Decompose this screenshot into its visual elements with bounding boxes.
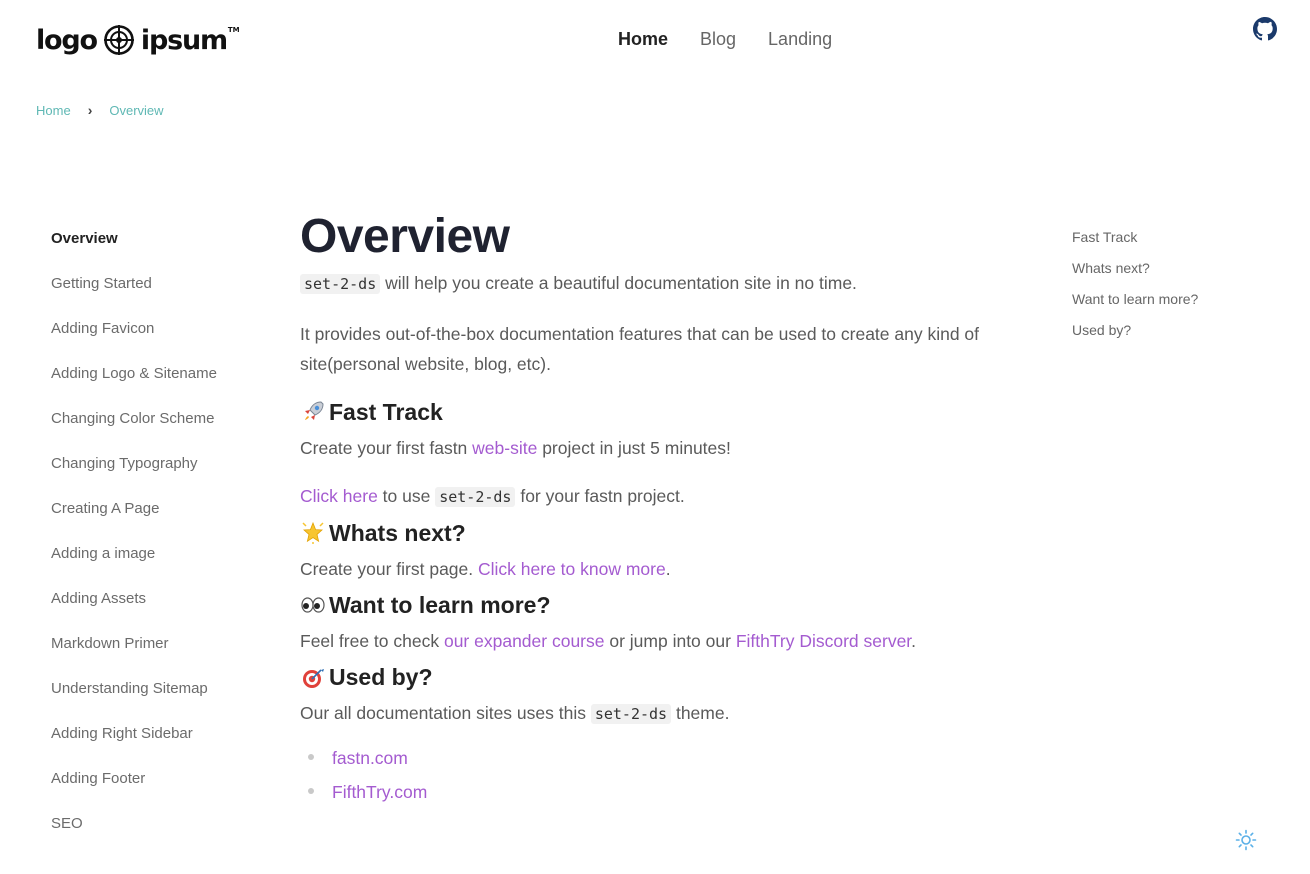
fastn-site-link[interactable]: fastn.com [332, 748, 408, 768]
top-navigation: Home Blog Landing [618, 29, 832, 50]
fast-track-line-1: Create your first fastn web-site project… [300, 433, 1020, 463]
section-heading-text: Fast Track [329, 399, 443, 425]
inline-code: set-2-ds [590, 704, 672, 724]
toc-item-whats-next[interactable]: Whats next? [1072, 257, 1292, 288]
sun-icon[interactable] [1235, 829, 1257, 851]
section-heading-used-by: Used by? [300, 660, 1020, 694]
text-segment: for your fastn project. [515, 486, 685, 506]
section-heading-text: Want to learn more? [329, 592, 551, 618]
text-segment: Create your first fastn [300, 438, 473, 458]
text-segment: . [665, 559, 671, 579]
inline-code: set-2-ds [300, 274, 381, 294]
sidebar-item-adding-a-image[interactable]: Adding a image [51, 543, 271, 588]
section-heading-text: Used by? [329, 664, 433, 690]
text-segment: project in just 5 minutes! [537, 438, 731, 458]
expander-course-link[interactable]: our expander course [444, 631, 605, 651]
learn-more-paragraph: Feel free to check our expander course o… [300, 626, 1020, 656]
nav-blog-link[interactable]: Blog [700, 29, 736, 50]
web-site-link[interactable]: web-site [472, 438, 537, 458]
nav-home-link[interactable]: Home [618, 29, 668, 50]
click-here-link[interactable]: Click here [300, 486, 378, 506]
sidebar-item-adding-logo-sitename[interactable]: Adding Logo & Sitename [51, 363, 271, 408]
sidebar-item-understanding-sitemap[interactable]: Understanding Sitemap [51, 678, 271, 723]
breadcrumb-chevron-icon: › [87, 102, 93, 118]
breadcrumb-home-link[interactable]: Home [36, 103, 71, 118]
rocket-icon [305, 401, 324, 420]
globe-logo-icon [103, 25, 134, 55]
intro-paragraph: set-2-ds will help you create a beautifu… [300, 268, 1020, 299]
text-segment: or jump into our [604, 631, 736, 651]
toc-item-used-by[interactable]: Used by? [1072, 319, 1292, 350]
toc-item-fast-track[interactable]: Fast Track [1072, 226, 1292, 257]
section-heading-fast-track: Fast Track [300, 395, 1020, 429]
sidebar-item-adding-favicon[interactable]: Adding Favicon [51, 318, 271, 363]
target-dart-icon [303, 669, 324, 688]
page-title: Overview [300, 210, 510, 263]
list-item: FifthTry.com [300, 775, 1020, 809]
table-of-contents: Fast Track Whats next? Want to learn mor… [1072, 226, 1292, 350]
sidebar-item-adding-assets[interactable]: Adding Assets [51, 588, 271, 633]
used-by-list: fastn.com FifthTry.com [300, 741, 1020, 809]
section-heading-text: Whats next? [329, 520, 466, 546]
toc-item-learn-more[interactable]: Want to learn more? [1072, 288, 1292, 319]
sidebar-item-adding-footer[interactable]: Adding Footer [51, 768, 271, 813]
docs-sidebar: Overview Getting Started Adding Favicon … [51, 228, 271, 858]
sidebar-item-seo[interactable]: SEO [51, 813, 271, 858]
list-item: fastn.com [300, 741, 1020, 775]
text-segment: to use [377, 486, 436, 506]
breadcrumb-current-link[interactable]: Overview [109, 103, 163, 118]
sidebar-item-adding-right-sidebar[interactable]: Adding Right Sidebar [51, 723, 271, 768]
site-header: logo ipsum TM Home Blog Landing [0, 0, 1310, 80]
breadcrumb: Home › Overview [36, 102, 164, 118]
used-by-paragraph: Our all documentation sites uses this se… [300, 698, 1020, 729]
inline-code: set-2-ds [435, 487, 516, 507]
text-segment: . [911, 631, 917, 651]
know-more-link[interactable]: Click here to know more [478, 559, 666, 579]
sidebar-item-markdown-primer[interactable]: Markdown Primer [51, 633, 271, 678]
intro-text: will help you create a beautiful documen… [380, 273, 857, 293]
sidebar-item-changing-typography[interactable]: Changing Typography [51, 453, 271, 498]
whats-next-paragraph: Create your first page. Click here to kn… [300, 554, 1020, 584]
logo-word-1: logo [36, 24, 98, 56]
site-logo[interactable]: logo ipsum TM [36, 24, 240, 56]
fast-track-line-2: Click here to use set-2-ds for your fast… [300, 481, 1020, 512]
nav-landing-link[interactable]: Landing [768, 29, 832, 50]
text-segment: Feel free to check [300, 631, 444, 651]
sidebar-item-getting-started[interactable]: Getting Started [51, 273, 271, 318]
text-segment: Our all documentation sites uses this [300, 703, 591, 723]
github-icon[interactable] [1253, 17, 1277, 41]
sparkle-star-icon [302, 521, 324, 544]
sidebar-item-creating-a-page[interactable]: Creating A Page [51, 498, 271, 543]
section-heading-learn-more: Want to learn more? [300, 588, 1020, 622]
main-content: Overview set-2-ds will help you create a… [300, 208, 1020, 809]
logo-trademark: TM [227, 26, 240, 34]
sidebar-item-changing-color-scheme[interactable]: Changing Color Scheme [51, 408, 271, 453]
sidebar-item-overview[interactable]: Overview [51, 228, 271, 273]
section-heading-whats-next: Whats next? [300, 516, 1020, 550]
eyes-icon [301, 597, 325, 613]
fifthtry-site-link[interactable]: FifthTry.com [332, 782, 427, 802]
text-segment: Create your first page. [300, 559, 478, 579]
features-paragraph: It provides out-of-the-box documentation… [300, 324, 980, 374]
text-segment: theme. [671, 703, 730, 723]
logo-word-2: ipsum [140, 24, 228, 56]
discord-server-link[interactable]: FifthTry Discord server [736, 631, 911, 651]
